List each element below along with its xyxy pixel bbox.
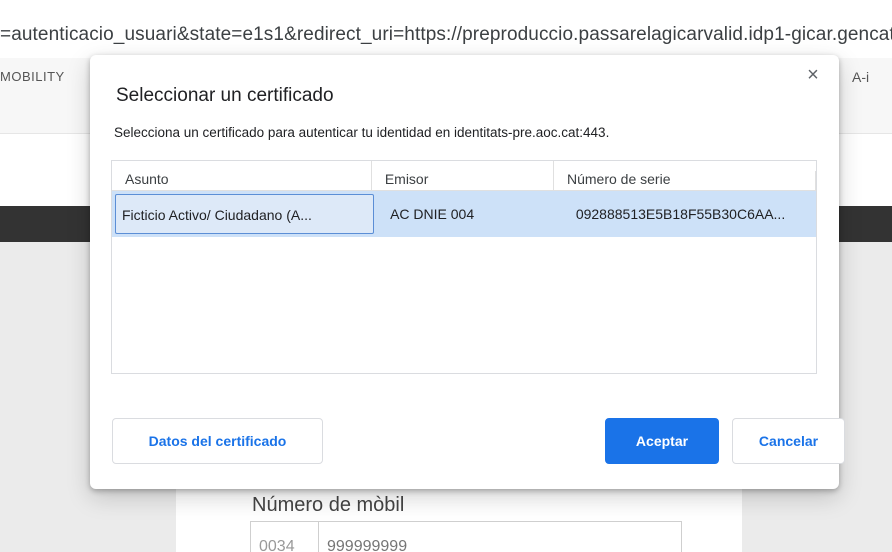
certificate-dialog: × Seleccionar un certificado Selecciona … bbox=[90, 55, 845, 489]
mobile-number-input[interactable] bbox=[319, 522, 681, 552]
cancel-button[interactable]: Cancelar bbox=[732, 418, 845, 464]
cell-serial: 092888513E5B18F55B30C6AA... bbox=[575, 206, 786, 222]
table-row[interactable]: Ficticio Activo/ Ciudadano (A... AC DNIE… bbox=[112, 191, 816, 237]
dialog-title: Seleccionar un certificado bbox=[116, 85, 334, 106]
column-header-serial[interactable]: Número de serie bbox=[554, 161, 816, 191]
nav-item-truncated[interactable]: A-i bbox=[852, 69, 869, 85]
country-prefix[interactable]: 0034 bbox=[251, 522, 319, 552]
cell-subject: Ficticio Activo/ Ciudadano (A... bbox=[115, 194, 375, 234]
mobile-number-label: Número de mòbil bbox=[252, 494, 405, 516]
certificate-details-button[interactable]: Datos del certificado bbox=[112, 418, 323, 464]
column-header-issuer[interactable]: Emisor bbox=[372, 161, 554, 190]
url-text[interactable]: =autenticacio_usuari&state=e1s1&redirect… bbox=[0, 24, 892, 46]
column-header-serial-label: Número de serie bbox=[567, 171, 816, 191]
column-header-subject[interactable]: Asunto bbox=[112, 161, 372, 190]
dialog-description: Selecciona un certificado para autentica… bbox=[114, 125, 610, 140]
certificate-table: Asunto Emisor Número de serie Ficticio A… bbox=[111, 160, 817, 374]
table-header: Asunto Emisor Número de serie bbox=[112, 161, 816, 191]
address-bar[interactable]: =autenticacio_usuari&state=e1s1&redirect… bbox=[0, 0, 892, 58]
nav-item-mobility[interactable]: MOBILITY bbox=[0, 69, 65, 84]
accept-button[interactable]: Aceptar bbox=[605, 418, 719, 464]
close-icon[interactable]: × bbox=[803, 65, 823, 85]
phone-input-group: 0034 bbox=[250, 521, 682, 552]
cell-issuer: AC DNIE 004 bbox=[390, 206, 475, 222]
